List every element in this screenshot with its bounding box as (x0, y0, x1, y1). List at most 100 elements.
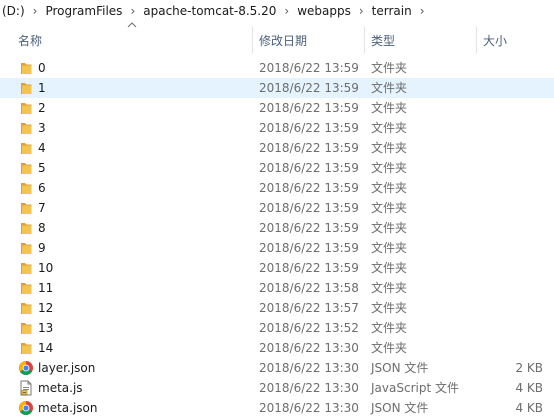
file-name: 4 (38, 141, 46, 155)
folder-icon (18, 300, 34, 316)
file-row[interactable]: 4 2018/6/22 13:59 文件夹 (0, 138, 554, 158)
folder-icon (18, 240, 34, 256)
file-name: 5 (38, 161, 46, 175)
file-modified: 2018/6/22 13:59 (259, 241, 359, 255)
file-row[interactable]: 6 2018/6/22 13:59 文件夹 (0, 178, 554, 198)
column-modified[interactable]: 修改日期 (259, 22, 307, 58)
file-row[interactable]: 0 2018/6/22 13:59 文件夹 (0, 58, 554, 78)
file-type: 文件夹 (371, 141, 408, 155)
chrome-icon (18, 360, 34, 376)
file-modified: 2018/6/22 13:30 (259, 341, 359, 355)
file-list: 0 2018/6/22 13:59 文件夹 1 2018/6/22 13:59 文件夹 2 2… (0, 58, 554, 418)
file-name: meta.json (38, 401, 98, 415)
file-name: meta.js (38, 381, 83, 395)
file-row[interactable]: 2 2018/6/22 13:59 文件夹 (0, 98, 554, 118)
file-size: 2 KB (515, 361, 543, 375)
file-row[interactable]: layer.json 2018/6/22 13:30 JSON 文件 2 KB (0, 358, 554, 378)
file-row[interactable]: meta.js 2018/6/22 13:30 JavaScript 文件 4 KB (0, 378, 554, 398)
column-divider[interactable] (476, 26, 477, 54)
column-size[interactable]: 大小 (483, 22, 507, 58)
folder-icon (18, 220, 34, 236)
file-name: 1 (38, 81, 46, 95)
file-type: 文件夹 (371, 181, 408, 195)
file-type: JavaScript 文件 (371, 381, 459, 395)
column-type[interactable]: 类型 (371, 22, 395, 58)
folder-icon (18, 100, 34, 116)
file-modified: 2018/6/22 13:59 (259, 201, 359, 215)
file-modified: 2018/6/22 13:59 (259, 81, 359, 95)
breadcrumb-separator[interactable]: › (414, 4, 431, 18)
breadcrumb-separator[interactable]: › (124, 4, 141, 18)
file-type: 文件夹 (371, 261, 408, 275)
breadcrumb-separator[interactable]: › (278, 4, 295, 18)
breadcrumb-webapps[interactable]: webapps (295, 4, 353, 18)
file-row[interactable]: meta.json 2018/6/22 13:30 JSON 文件 4 KB (0, 398, 554, 418)
file-modified: 2018/6/22 13:58 (259, 281, 359, 295)
file-modified: 2018/6/22 13:59 (259, 141, 359, 155)
file-row[interactable]: 7 2018/6/22 13:59 文件夹 (0, 198, 554, 218)
file-row[interactable]: 8 2018/6/22 13:59 文件夹 (0, 218, 554, 238)
folder-icon (18, 120, 34, 136)
folder-icon (18, 200, 34, 216)
file-modified: 2018/6/22 13:30 (259, 361, 359, 375)
file-type: 文件夹 (371, 81, 408, 95)
file-type: 文件夹 (371, 321, 408, 335)
file-row[interactable]: 5 2018/6/22 13:59 文件夹 (0, 158, 554, 178)
folder-icon (18, 140, 34, 156)
folder-icon (18, 320, 34, 336)
file-row[interactable]: 12 2018/6/22 13:57 文件夹 (0, 298, 554, 318)
file-type: 文件夹 (371, 121, 408, 135)
file-type: 文件夹 (371, 161, 408, 175)
file-type: 文件夹 (371, 281, 408, 295)
file-row[interactable]: 9 2018/6/22 13:59 文件夹 (0, 238, 554, 258)
folder-icon (18, 260, 34, 276)
file-name: 8 (38, 221, 46, 235)
file-row[interactable]: 1 2018/6/22 13:59 文件夹 (0, 78, 554, 98)
script-file-icon (18, 380, 34, 396)
file-name: 12 (38, 301, 54, 315)
breadcrumb-terrain[interactable]: terrain (370, 4, 414, 18)
breadcrumb-separator[interactable]: › (27, 4, 44, 18)
file-modified: 2018/6/22 13:57 (259, 301, 359, 315)
file-name: 2 (38, 101, 46, 115)
file-size: 4 KB (515, 401, 543, 415)
file-name: 10 (38, 261, 54, 275)
file-modified: 2018/6/22 13:30 (259, 401, 359, 415)
file-row[interactable]: 14 2018/6/22 13:30 文件夹 (0, 338, 554, 358)
file-modified: 2018/6/22 13:59 (259, 61, 359, 75)
file-row[interactable]: 11 2018/6/22 13:58 文件夹 (0, 278, 554, 298)
column-name[interactable]: 名称 (18, 22, 42, 58)
file-row[interactable]: 13 2018/6/22 13:52 文件夹 (0, 318, 554, 338)
file-type: 文件夹 (371, 221, 408, 235)
file-name: 14 (38, 341, 54, 355)
file-modified: 2018/6/22 13:59 (259, 121, 359, 135)
folder-icon (18, 180, 34, 196)
file-type: 文件夹 (371, 201, 408, 215)
chrome-icon (18, 400, 34, 416)
folder-icon (18, 340, 34, 356)
file-modified: 2018/6/22 13:59 (259, 221, 359, 235)
breadcrumb-programfiles[interactable]: ProgramFiles (43, 4, 124, 18)
sort-ascending-icon (127, 22, 137, 28)
file-name: 3 (38, 121, 46, 135)
file-type: 文件夹 (371, 301, 408, 315)
file-type: 文件夹 (371, 241, 408, 255)
file-row[interactable]: 10 2018/6/22 13:59 文件夹 (0, 258, 554, 278)
column-divider[interactable] (364, 26, 365, 54)
breadcrumb-tomcat[interactable]: apache-tomcat-8.5.20 (141, 4, 278, 18)
folder-icon (18, 160, 34, 176)
file-name: 7 (38, 201, 46, 215)
file-name: 11 (38, 281, 54, 295)
file-name: 6 (38, 181, 46, 195)
file-row[interactable]: 3 2018/6/22 13:59 文件夹 (0, 118, 554, 138)
file-name: 9 (38, 241, 46, 255)
folder-icon (18, 280, 34, 296)
file-name: 0 (38, 61, 46, 75)
file-type: JSON 文件 (371, 401, 429, 415)
folder-icon (18, 60, 34, 76)
column-divider[interactable] (252, 26, 253, 54)
file-type: 文件夹 (371, 341, 408, 355)
column-header-bar: 名称 修改日期 类型 大小 (0, 22, 554, 58)
breadcrumb-drive[interactable]: (D:) (0, 4, 27, 18)
breadcrumb-separator[interactable]: › (353, 4, 370, 18)
